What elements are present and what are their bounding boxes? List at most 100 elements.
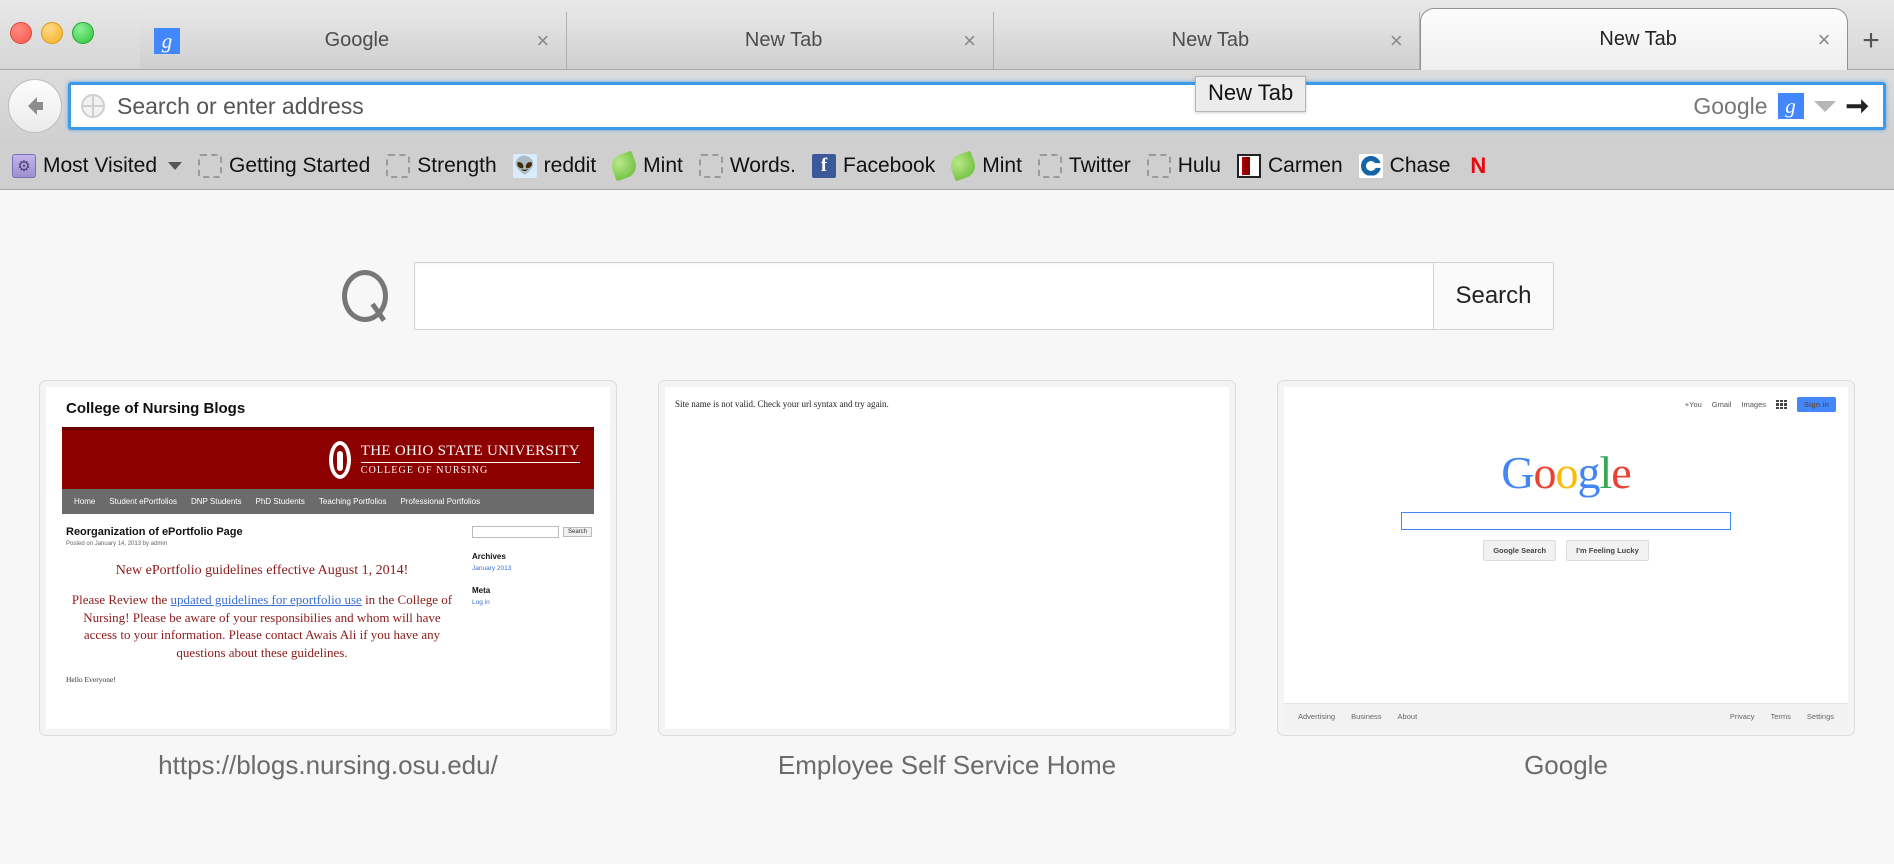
bookmark-label: Hulu <box>1177 153 1221 177</box>
post-body: Please Review the updated guidelines for… <box>66 591 458 661</box>
magnifier-icon <box>340 270 392 322</box>
bookmark-words[interactable]: Words. <box>693 151 802 181</box>
zoom-window-button[interactable] <box>72 22 94 44</box>
arrow-right-icon[interactable]: ➞ <box>1846 92 1869 120</box>
navigation-toolbar: Search or enter address Google g ➞ <box>0 70 1894 142</box>
new-tab-tooltip: New Tab <box>1195 76 1307 112</box>
bookmark-facebook[interactable]: f Facebook <box>806 151 941 181</box>
bookmark-chase[interactable]: Chase <box>1353 151 1457 181</box>
mint-leaf-icon <box>608 150 640 181</box>
osu-wordmark: THE OHIO STATE UNIVERSITY COLLEGE OF NUR… <box>360 443 580 476</box>
post-title: Reorganization of ePortfolio Page <box>66 526 243 538</box>
bookmark-reddit[interactable]: 👽 reddit <box>507 151 603 181</box>
bookmark-label: Getting Started <box>229 153 371 177</box>
error-message: Site name is not valid. Check your url s… <box>675 399 889 409</box>
close-icon[interactable]: × <box>1387 29 1405 52</box>
post-body-before-link: Please Review the <box>71 592 171 607</box>
tab-favicon-placeholder <box>581 28 607 54</box>
close-icon[interactable]: × <box>534 29 552 52</box>
address-bar[interactable]: Search or enter address Google g ➞ <box>68 82 1886 130</box>
sidebar-meta-item[interactable]: Log in <box>472 599 592 606</box>
new-tab-page: Search College of Nursing Blogs THE OHIO… <box>0 190 1894 863</box>
chevron-down-icon <box>168 161 182 170</box>
chevron-down-icon[interactable] <box>1813 100 1836 112</box>
close-icon[interactable]: × <box>961 29 979 52</box>
apps-grid-icon[interactable] <box>1776 400 1787 409</box>
nav-item: Student ePortfolios <box>109 497 177 506</box>
post-headline: New ePortfolio guidelines effective Augu… <box>115 563 409 578</box>
bookmark-mint-1[interactable]: Mint <box>606 150 689 181</box>
nav-item: DNP Students <box>190 497 242 506</box>
google-logo: Google <box>1501 447 1631 498</box>
sidebar-search-button[interactable]: Search <box>562 527 592 537</box>
thumbnail-label: https://blogs.nursing.osu.edu/ <box>158 750 498 780</box>
footer-link-terms[interactable]: Terms <box>1770 712 1790 721</box>
bookmark-getting-started[interactable]: Getting Started <box>192 151 376 181</box>
bookmark-carmen[interactable]: Carmen <box>1231 151 1349 181</box>
google-buttons: Google Search I'm Feeling Lucky <box>1284 540 1848 561</box>
bookmark-label: Most Visited <box>43 153 157 177</box>
back-button[interactable] <box>8 79 62 133</box>
bookmark-label: Words. <box>729 153 796 177</box>
bookmark-netflix[interactable]: N <box>1460 151 1503 181</box>
minimize-window-button[interactable] <box>41 22 63 44</box>
thumbnail-osu-nursing-blog[interactable]: College of Nursing Blogs THE OHIO STATE … <box>39 380 617 736</box>
osu-main-column: Reorganization of ePortfolio Page Posted… <box>66 526 472 684</box>
bookmark-label: reddit <box>543 153 597 177</box>
blank-page-icon <box>386 153 411 178</box>
footer-link-settings[interactable]: Settings <box>1807 712 1834 721</box>
sign-in-button[interactable]: Sign in <box>1797 397 1836 412</box>
tab-new-tab-2[interactable]: New Tab × <box>566 12 994 69</box>
search-input[interactable] <box>415 263 1433 329</box>
tab-new-tab-3[interactable]: New Tab × <box>993 12 1421 69</box>
nav-item: PhD Students <box>255 497 305 506</box>
sidebar-archives-heading: Archives <box>472 552 506 561</box>
footer-link-about[interactable]: About <box>1398 712 1418 721</box>
sidebar-archives-item[interactable]: January 2013 <box>472 565 592 572</box>
thumbnail-google[interactable]: +You Gmail Images Sign in Google Google … <box>1277 380 1855 736</box>
close-icon[interactable]: × <box>1815 28 1833 51</box>
bookmark-mint-2[interactable]: Mint <box>945 150 1028 181</box>
thumbnail-cell: Site name is not valid. Check your url s… <box>658 380 1236 781</box>
thumbnail-employee-self-service[interactable]: Site name is not valid. Check your url s… <box>658 380 1236 736</box>
site-title: College of Nursing Blogs <box>66 400 246 417</box>
feeling-lucky-button[interactable]: I'm Feeling Lucky <box>1566 540 1649 561</box>
bookmark-hulu[interactable]: Hulu <box>1141 151 1227 181</box>
tab-title: New Tab <box>1171 29 1250 51</box>
google-search-input[interactable] <box>1401 512 1731 530</box>
search-engine-label: Google <box>1693 92 1768 119</box>
post-body-link[interactable]: updated guidelines for eportfolio use <box>170 592 361 607</box>
top-link-images[interactable]: Images <box>1741 400 1766 409</box>
bookmark-label: Mint <box>982 153 1022 177</box>
thumbnail-cell: College of Nursing Blogs THE OHIO STATE … <box>39 380 617 781</box>
plus-icon[interactable]: + <box>1848 12 1894 69</box>
google-g-icon: g <box>154 27 180 54</box>
title-bar: g Google × New Tab × New Tab × New Tab ×… <box>0 0 1894 70</box>
footer-link-advertising[interactable]: Advertising <box>1298 712 1335 721</box>
tab-google[interactable]: g Google × <box>140 12 567 69</box>
bookmark-twitter[interactable]: Twitter <box>1032 151 1137 181</box>
tab-new-tab-4-active[interactable]: New Tab × <box>1420 8 1848 70</box>
search-button[interactable]: Search <box>1433 263 1553 329</box>
thumbnail-grid: College of Nursing Blogs THE OHIO STATE … <box>0 380 1894 781</box>
close-window-button[interactable] <box>10 22 32 44</box>
osu-banner: THE OHIO STATE UNIVERSITY COLLEGE OF NUR… <box>62 427 594 489</box>
sidebar-search-input[interactable] <box>472 526 559 538</box>
footer-link-business[interactable]: Business <box>1351 712 1381 721</box>
top-link-plus-you[interactable]: +You <box>1685 400 1702 409</box>
bookmark-strength[interactable]: Strength <box>380 151 502 181</box>
nav-item: Professional Portfolios <box>400 497 481 506</box>
mint-leaf-icon <box>947 150 979 181</box>
nav-item: Home <box>74 497 96 506</box>
google-search-button[interactable]: Google Search <box>1483 540 1557 561</box>
tab-title: New Tab <box>1599 28 1677 50</box>
top-link-gmail[interactable]: Gmail <box>1712 400 1732 409</box>
footer-link-privacy[interactable]: Privacy <box>1730 712 1755 721</box>
osu-site-nav: Home Student ePortfolios DNP Students Ph… <box>62 489 594 514</box>
bookmark-most-visited[interactable]: Most Visited <box>6 151 188 181</box>
osu-block-o-icon <box>328 440 351 479</box>
chase-icon <box>1358 153 1383 178</box>
sidebar-meta-heading: Meta <box>472 586 491 595</box>
thumbnail-label: Employee Self Service Home <box>777 750 1117 780</box>
bookmark-label: Carmen <box>1267 153 1343 177</box>
